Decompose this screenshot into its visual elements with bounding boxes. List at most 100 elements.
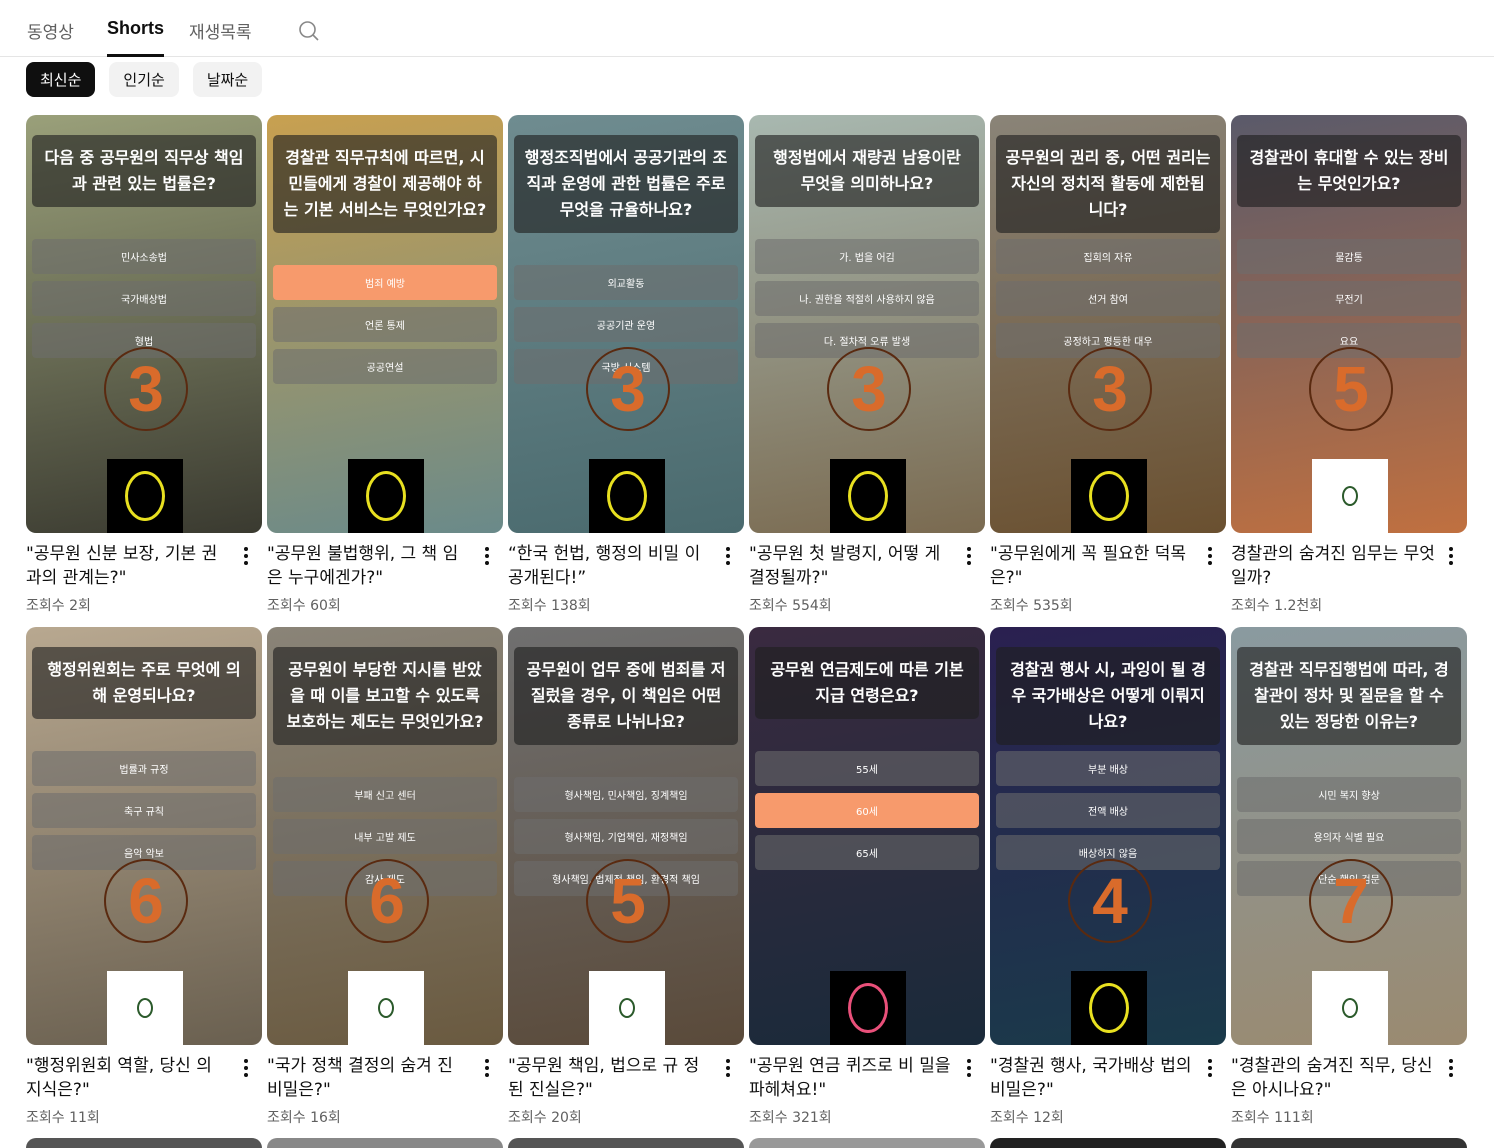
- short-card[interactable]: 행정조직법에서 공공기관의 조직과 운영에 관한 법률은 주로 무엇을 규율하나…: [508, 115, 744, 627]
- emblem-icon: [1089, 983, 1129, 1033]
- short-thumbnail[interactable]: 공무원의 권리 중, 어떤 권리는 자신의 정치적 활동에 제한됩니다? 집회의…: [990, 115, 1226, 533]
- more-options-icon[interactable]: [1449, 1059, 1453, 1077]
- chip-popular[interactable]: 인기순: [109, 62, 179, 97]
- channel-logo: [830, 459, 906, 533]
- short-card[interactable]: 공무원이 업무 중에 범죄를 저질렀을 경우, 이 책임은 어떤 종류로 나뉘나…: [508, 627, 744, 1139]
- countdown-number: 5: [1309, 347, 1393, 431]
- search-icon[interactable]: [298, 20, 320, 42]
- short-thumbnail[interactable]: 행정조직법에서 공공기관의 조직과 운영에 관한 법률은 주로 무엇을 규율하나…: [508, 115, 744, 533]
- channel-logo: [830, 971, 906, 1045]
- view-count: 조회수 12회: [990, 1110, 1064, 1126]
- short-card[interactable]: 행정법에서 재량권 남용이란 무엇을 의미하나요? 가. 법을 어김 나. 권한을…: [749, 115, 985, 627]
- countdown-number: 3: [827, 347, 911, 431]
- short-card[interactable]: 경찰권 행사 시, 과잉이 될 경우 국가배상은 어떻게 이뤄지나요? 부분 배…: [990, 627, 1226, 1139]
- quiz-option: 외교활동: [514, 265, 738, 300]
- channel-tabs: 동영상 Shorts 재생목록: [0, 0, 1494, 57]
- short-title[interactable]: "경찰권 행사, 국가배상 법의 비밀은?": [990, 1054, 1196, 1102]
- more-options-icon[interactable]: [244, 1059, 248, 1077]
- quiz-option: 물감통: [1237, 239, 1461, 274]
- short-meta: "공무원 책임, 법으로 규 정된 진실은?" 조회수 20회: [508, 1045, 744, 1127]
- more-options-icon[interactable]: [485, 547, 489, 565]
- channel-logo: [348, 971, 424, 1045]
- quiz-option: 65세: [755, 835, 979, 870]
- short-card[interactable]: 경찰관 직무규칙에 따르면, 시민들에게 경찰이 제공해야 하는 기본 서비스는…: [267, 115, 503, 627]
- quiz-option: 언론 통제: [273, 307, 497, 342]
- view-count: 조회수 2회: [26, 598, 91, 614]
- chip-latest[interactable]: 최신순: [26, 62, 96, 97]
- more-options-icon[interactable]: [1208, 1059, 1212, 1077]
- short-card[interactable]: 공무원의 권리 중, 어떤 권리는 자신의 정치적 활동에 제한됩니다? 집회의…: [990, 115, 1226, 627]
- short-title[interactable]: "공무원에게 꼭 필요한 덕목은?": [990, 542, 1196, 590]
- more-options-icon[interactable]: [726, 1059, 730, 1077]
- quiz-options: 부분 배상 전액 배상 배상하지 않음: [996, 751, 1220, 870]
- short-thumbnail[interactable]: 행정위원회는 주로 무엇에 의해 운영되나요? 법률과 규정 축구 규칙 음악 악보…: [26, 627, 262, 1045]
- view-count: 조회수 16회: [267, 1110, 341, 1126]
- tab-playlists[interactable]: 재생목록: [189, 18, 252, 43]
- quiz-option: 내부 고발 제도: [273, 819, 497, 854]
- short-title[interactable]: "경찰관의 숨겨진 직무, 당신은 아시나요?": [1231, 1054, 1437, 1102]
- short-meta: “한국 헌법, 행정의 비밀 이 공개된다!” 조회수 138회: [508, 533, 744, 615]
- short-meta: "공무원에게 꼭 필요한 덕목은?" 조회수 535회: [990, 533, 1226, 615]
- short-thumbnail[interactable]: 경찰관 직무규칙에 따르면, 시민들에게 경찰이 제공해야 하는 기본 서비스는…: [267, 115, 503, 533]
- more-options-icon[interactable]: [244, 547, 248, 565]
- short-thumbnail[interactable]: 행정법에서 재량권 남용이란 무엇을 의미하나요? 가. 법을 어김 나. 권한을…: [749, 115, 985, 533]
- short-thumbnail[interactable]: 경찰권 행사 시, 과잉이 될 경우 국가배상은 어떻게 이뤄지나요? 부분 배…: [990, 627, 1226, 1045]
- short-title[interactable]: "공무원 연금 퀴즈로 비 밀을 파헤쳐요!": [749, 1054, 955, 1102]
- short-thumbnail[interactable]: 공무원 연금제도에 따른 기본 지급 연령은요? 55세 60세 65세: [749, 627, 985, 1045]
- short-card[interactable]: 경찰관이 휴대할 수 있는 장비는 무엇인가요? 물감통 무전기 요요 5 경찰관의…: [1231, 115, 1467, 627]
- quiz-option: 축구 규칙: [32, 793, 256, 828]
- channel-logo: [1312, 971, 1388, 1045]
- tab-videos[interactable]: 동영상: [27, 18, 74, 43]
- short-thumbnail[interactable]: 공무원이 업무 중에 범죄를 저질렀을 경우, 이 책임은 어떤 종류로 나뉘나…: [508, 627, 744, 1045]
- channel-logo: [107, 971, 183, 1045]
- emblem-icon: [607, 471, 647, 521]
- short-title[interactable]: "국가 정책 결정의 숨겨 진 비밀은?": [267, 1054, 473, 1102]
- quiz-question: 공무원이 부당한 지시를 받았을 때 이를 보고할 수 있도록 보호하는 제도는…: [273, 647, 497, 745]
- more-options-icon[interactable]: [1208, 547, 1212, 565]
- quiz-option: 나. 권한을 적절히 사용하지 않음: [755, 281, 979, 316]
- short-card[interactable]: 행정위원회는 주로 무엇에 의해 운영되나요? 법률과 규정 축구 규칙 음악 악보…: [26, 627, 262, 1139]
- channel-logo: [107, 459, 183, 533]
- short-card[interactable]: 경찰관 직무집행법에 따라, 경찰관이 정차 및 질문을 할 수 있는 정당한 …: [1231, 627, 1467, 1139]
- emblem-icon: [378, 998, 394, 1018]
- short-card[interactable]: 공무원 연금제도에 따른 기본 지급 연령은요? 55세 60세 65세 "공무원 …: [749, 627, 985, 1139]
- emblem-icon: [619, 998, 635, 1018]
- emblem-icon: [1089, 471, 1129, 521]
- shorts-grid: 다음 중 공무원의 직무상 책임과 관련 있는 법률은? 민사소송법 국가배상법 형…: [26, 115, 1467, 1139]
- emblem-icon: [848, 471, 888, 521]
- more-options-icon[interactable]: [967, 1059, 971, 1077]
- quiz-option: 공공기관 운영: [514, 307, 738, 342]
- short-card[interactable]: 공무원이 부당한 지시를 받았을 때 이를 보고할 수 있도록 보호하는 제도는…: [267, 627, 503, 1139]
- more-options-icon[interactable]: [1449, 547, 1453, 565]
- short-title[interactable]: "공무원 불법행위, 그 책 임은 누구에겐가?": [267, 542, 473, 590]
- short-thumbnail[interactable]: 다음 중 공무원의 직무상 책임과 관련 있는 법률은? 민사소송법 국가배상법 형…: [26, 115, 262, 533]
- channel-logo: [1312, 459, 1388, 533]
- short-title[interactable]: 경찰관의 숨겨진 임무는 무엇일까?: [1231, 542, 1437, 590]
- short-card[interactable]: 다음 중 공무원의 직무상 책임과 관련 있는 법률은? 민사소송법 국가배상법 형…: [26, 115, 262, 627]
- tab-shorts[interactable]: Shorts: [107, 18, 165, 57]
- short-thumbnail[interactable]: 경찰관 직무집행법에 따라, 경찰관이 정차 및 질문을 할 수 있는 정당한 …: [1231, 627, 1467, 1045]
- quiz-option: 부분 배상: [996, 751, 1220, 786]
- short-title[interactable]: "공무원 첫 발령지, 어떻 게 결정될까?": [749, 542, 955, 590]
- channel-logo: [1071, 971, 1147, 1045]
- short-meta: "국가 정책 결정의 숨겨 진 비밀은?" 조회수 16회: [267, 1045, 503, 1127]
- short-thumbnail[interactable]: 경찰관이 휴대할 수 있는 장비는 무엇인가요? 물감통 무전기 요요 5: [1231, 115, 1467, 533]
- quiz-option: 무전기: [1237, 281, 1461, 316]
- emblem-icon: [137, 998, 153, 1018]
- quiz-option: 민사소송법: [32, 239, 256, 274]
- short-meta: "공무원 첫 발령지, 어떻 게 결정될까?" 조회수 554회: [749, 533, 985, 615]
- quiz-option: 용의자 식별 필요: [1237, 819, 1461, 854]
- short-thumbnail[interactable]: 공무원이 부당한 지시를 받았을 때 이를 보고할 수 있도록 보호하는 제도는…: [267, 627, 503, 1045]
- more-options-icon[interactable]: [485, 1059, 489, 1077]
- chip-date[interactable]: 날짜순: [192, 62, 263, 97]
- view-count: 조회수 20회: [508, 1110, 582, 1126]
- quiz-option: 전액 배상: [996, 793, 1220, 828]
- quiz-options: 물감통 무전기 요요: [1237, 239, 1461, 358]
- short-title[interactable]: "행정위원회 역할, 당신 의 지식은?": [26, 1054, 232, 1102]
- short-meta: "행정위원회 역할, 당신 의 지식은?" 조회수 11회: [26, 1045, 262, 1127]
- short-title[interactable]: “한국 헌법, 행정의 비밀 이 공개된다!”: [508, 542, 714, 590]
- more-options-icon[interactable]: [726, 547, 730, 565]
- more-options-icon[interactable]: [967, 547, 971, 565]
- short-title[interactable]: "공무원 신분 보장, 기본 권과의 관계는?": [26, 542, 232, 590]
- short-title[interactable]: "공무원 책임, 법으로 규 정된 진실은?": [508, 1054, 714, 1102]
